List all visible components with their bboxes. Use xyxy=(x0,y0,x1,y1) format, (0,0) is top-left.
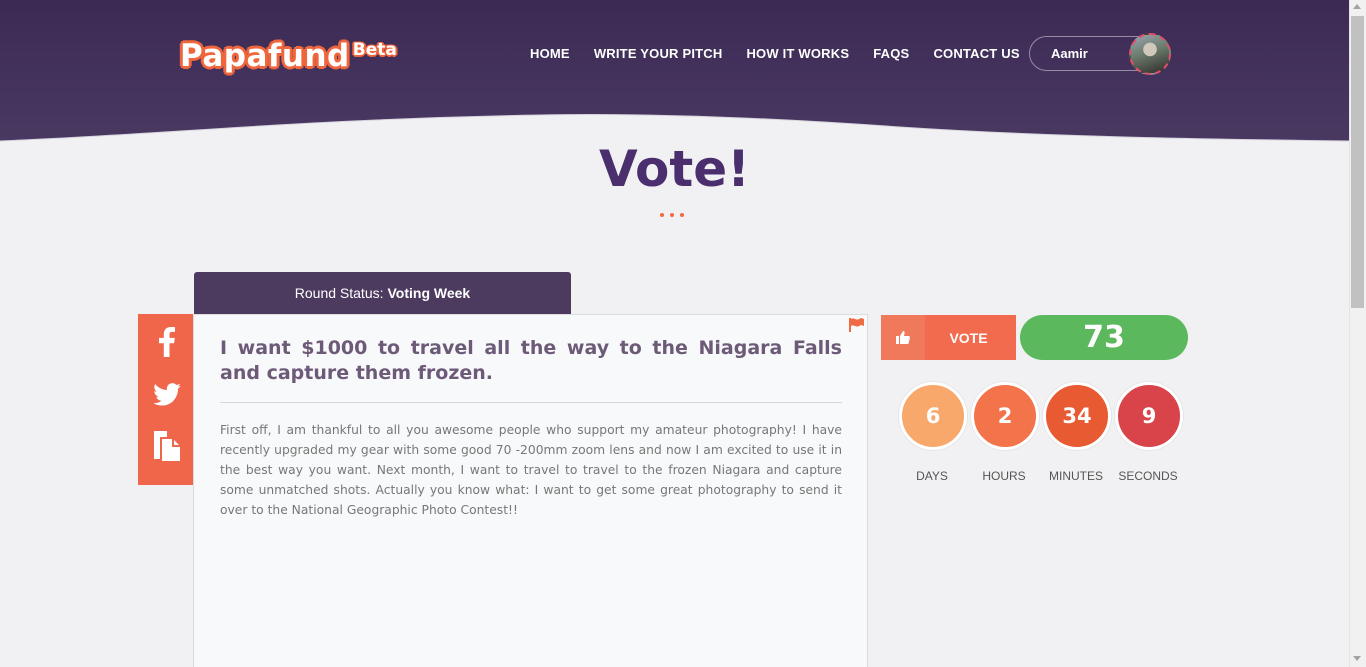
share-bar xyxy=(138,314,195,485)
vote-count: 73 xyxy=(1020,315,1188,360)
copy-icon[interactable] xyxy=(151,428,183,464)
countdown-days: 6 xyxy=(899,382,967,450)
page-title: Vote! xyxy=(599,140,750,198)
avatar[interactable] xyxy=(1129,33,1171,75)
countdown-hours: 2 xyxy=(971,382,1039,450)
user-menu[interactable]: Aamir xyxy=(1029,33,1171,75)
nav-home[interactable]: HOME xyxy=(530,46,570,61)
pitch-divider xyxy=(220,402,842,403)
countdown-days-label: DAYS xyxy=(916,469,948,483)
site-header xyxy=(0,0,1349,152)
user-name: Aamir xyxy=(1051,46,1088,61)
nav-how-it-works[interactable]: HOW IT WORKS xyxy=(746,46,849,61)
round-status-tab: Round Status: Voting Week xyxy=(194,272,571,314)
twitter-icon[interactable] xyxy=(151,376,183,412)
title-dots xyxy=(660,213,684,217)
round-status-prefix: Round Status: xyxy=(294,285,384,301)
vote-button[interactable]: VOTE xyxy=(881,315,1016,360)
scroll-down-arrow-icon[interactable] xyxy=(1353,656,1361,661)
logo-text: Papafund xyxy=(180,38,350,74)
thumbs-up-icon xyxy=(881,315,925,360)
nav-write-your-pitch[interactable]: WRITE YOUR PITCH xyxy=(594,46,723,61)
flag-icon[interactable] xyxy=(849,318,865,337)
countdown-hours-label: HOURS xyxy=(982,469,1026,483)
countdown-minutes: 34 xyxy=(1043,382,1111,450)
pitch-title: I want $1000 to travel all the way to th… xyxy=(220,337,842,384)
main-nav: HOME WRITE YOUR PITCH HOW IT WORKS FAQS … xyxy=(530,46,1020,61)
nav-faqs[interactable]: FAQS xyxy=(873,46,909,61)
site-logo[interactable]: Papafund Beta xyxy=(180,38,397,74)
facebook-icon[interactable] xyxy=(151,324,183,360)
pitch-body: First off, I am thankful to all you awes… xyxy=(220,423,842,517)
countdown-seconds-label: SECONDS xyxy=(1118,469,1178,483)
vote-label: VOTE xyxy=(949,329,988,346)
countdown-seconds: 9 xyxy=(1115,382,1183,450)
beta-badge: Beta xyxy=(352,40,397,60)
round-status-value: Voting Week xyxy=(387,285,471,301)
nav-contact-us[interactable]: CONTACT US xyxy=(933,46,1019,61)
scrollbar-thumb[interactable] xyxy=(1351,16,1364,308)
countdown-minutes-label: MINUTES xyxy=(1049,469,1103,483)
scroll-up-arrow-icon[interactable] xyxy=(1353,4,1361,9)
pitch-card: I want $1000 to travel all the way to th… xyxy=(193,314,868,667)
